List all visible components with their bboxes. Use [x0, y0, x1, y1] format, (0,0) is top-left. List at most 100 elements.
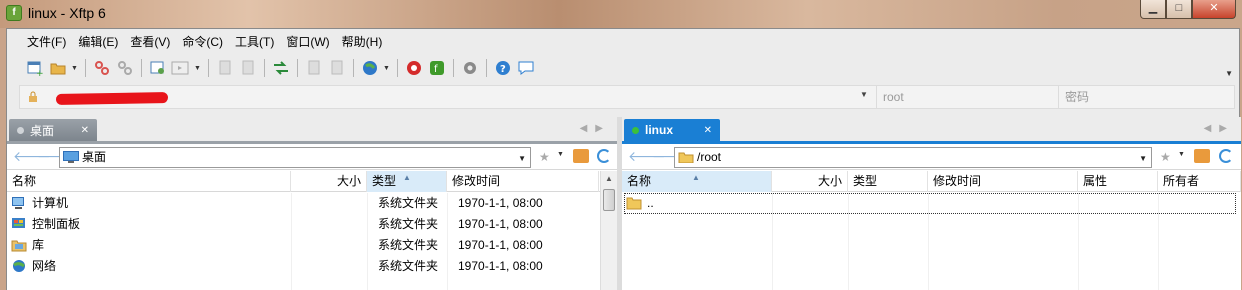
open-folder-icon[interactable]: [48, 58, 68, 78]
tab-desktop[interactable]: 桌面 ✕: [9, 119, 97, 141]
new-session-icon[interactable]: +: [25, 58, 45, 78]
file-name: 计算机: [32, 196, 69, 210]
console-dropdown-icon[interactable]: ▼: [194, 65, 202, 72]
file-row[interactable]: 计算机 系统文件夹 1970-1-1, 08:00: [7, 193, 617, 214]
refresh-icon[interactable]: [1219, 149, 1233, 163]
bookmark-icon[interactable]: ★: [1160, 150, 1171, 164]
svg-text:f: f: [434, 64, 438, 75]
paste-icon[interactable]: [238, 58, 258, 78]
file-type: 系统文件夹: [378, 238, 439, 252]
connected-status-dot: [632, 126, 639, 134]
file-modified: 1970-1-1, 08:00: [458, 238, 543, 252]
col-size[interactable]: 大小: [291, 171, 367, 192]
local-tabstrip: 桌面 ✕ ◀▶: [7, 117, 617, 141]
file-name: 网络: [32, 259, 57, 273]
transfer-icon[interactable]: [271, 58, 291, 78]
xshell-icon[interactable]: [404, 58, 424, 78]
home-folder-icon[interactable]: [1194, 149, 1210, 163]
maximize-button[interactable]: □: [1166, 0, 1192, 19]
bookmark-dropdown-icon[interactable]: ▼: [1178, 151, 1185, 158]
properties-icon[interactable]: [148, 58, 168, 78]
file-row[interactable]: 控制面板 系统文件夹 1970-1-1, 08:00: [7, 214, 617, 235]
xftp-icon[interactable]: f: [427, 58, 447, 78]
local-path-input[interactable]: 桌面 ▼: [59, 147, 531, 168]
remote-path-row: 🡐 🡒 /root ▼ ★ ▼: [622, 144, 1241, 170]
lock-icon: [29, 91, 37, 102]
sort-ascending-icon: ▲: [403, 173, 411, 182]
globe-icon[interactable]: [360, 58, 380, 78]
file-type: 系统文件夹: [378, 217, 439, 231]
menu-file[interactable]: 文件(F): [21, 33, 72, 51]
computer-icon: [12, 197, 24, 209]
minimize-button[interactable]: ▁: [1140, 0, 1166, 19]
local-path-row: 🡐 🡒 桌面 ▼ ★ ▼: [7, 144, 617, 170]
home-folder-icon[interactable]: [573, 149, 589, 163]
close-tab-icon[interactable]: ✕: [704, 125, 712, 136]
file-name: 控制面板: [32, 217, 81, 231]
copy-icon[interactable]: [215, 58, 235, 78]
col-attributes[interactable]: 属性: [1078, 171, 1158, 192]
toolbar-separator: [264, 59, 265, 77]
menu-window[interactable]: 窗口(W): [280, 33, 335, 51]
toolbar-separator: [353, 59, 354, 77]
tab-scroll-icons[interactable]: ◀▶: [1204, 123, 1235, 134]
chat-icon[interactable]: [516, 58, 536, 78]
username-field[interactable]: root: [876, 86, 1058, 108]
library-icon: [11, 240, 27, 252]
refresh-icon[interactable]: [597, 149, 611, 163]
network-icon: [13, 260, 25, 272]
col-modified[interactable]: 修改时间: [447, 171, 599, 192]
file-modified: 1970-1-1, 08:00: [458, 196, 543, 210]
title-bar: f linux - Xftp 6 ▁ □ ✕: [0, 0, 1242, 28]
folder-icon: [678, 152, 694, 163]
menu-view[interactable]: 查看(V): [124, 33, 176, 51]
bookmark-dropdown-icon[interactable]: ▼: [557, 151, 564, 158]
toolbar-separator: [397, 59, 398, 77]
menu-command[interactable]: 命令(C): [176, 33, 229, 51]
focused-row-outline: [624, 193, 1236, 214]
close-button[interactable]: ✕: [1192, 0, 1236, 19]
col-modified[interactable]: 修改时间: [928, 171, 1078, 192]
file-row[interactable]: 库 系统文件夹 1970-1-1, 08:00: [7, 235, 617, 256]
path-dropdown-icon[interactable]: ▼: [1139, 149, 1147, 168]
scroll-up-icon[interactable]: ▲: [601, 171, 617, 187]
connect-icon[interactable]: [92, 58, 112, 78]
toolbar-overflow-icon[interactable]: ▼: [1225, 69, 1233, 78]
address-bar: ▼ root 密码: [19, 85, 1235, 109]
menu-tools[interactable]: 工具(T): [229, 33, 280, 51]
console-icon[interactable]: [171, 58, 191, 78]
bookmark-icon[interactable]: ★: [539, 150, 550, 164]
tab-linux[interactable]: linux ✕: [624, 119, 720, 141]
file-row[interactable]: 网络 系统文件夹 1970-1-1, 08:00: [7, 256, 617, 277]
disconnect-icon[interactable]: [115, 58, 135, 78]
col-name[interactable]: 名称: [7, 171, 291, 192]
col-name[interactable]: 名称 ▲: [622, 171, 772, 192]
menu-help[interactable]: 帮助(H): [336, 33, 389, 51]
remote-pane: linux ✕ ◀▶ 🡐 🡒 /root ▼ ★ ▼ 名称 ▲ 大小 类型 修改…: [622, 117, 1241, 290]
remote-path-input[interactable]: /root ▼: [674, 147, 1152, 168]
open-folder-dropdown-icon[interactable]: ▼: [71, 65, 79, 72]
paste2-icon[interactable]: [327, 58, 347, 78]
remote-tabstrip: linux ✕ ◀▶: [622, 117, 1241, 141]
path-dropdown-icon[interactable]: ▼: [518, 149, 526, 168]
password-field[interactable]: 密码: [1058, 86, 1234, 108]
col-type[interactable]: 类型 ▲: [367, 171, 447, 192]
toolbar: + ▼ ▼ ▼ f ?: [25, 57, 536, 79]
host-input[interactable]: [55, 92, 169, 105]
host-dropdown-icon[interactable]: ▼: [860, 90, 868, 99]
col-owner[interactable]: 所有者: [1158, 171, 1241, 192]
menu-edit[interactable]: 编辑(E): [72, 33, 124, 51]
close-tab-icon[interactable]: ✕: [81, 125, 89, 136]
file-type: 系统文件夹: [378, 259, 439, 273]
file-modified: 1970-1-1, 08:00: [458, 259, 543, 273]
col-type[interactable]: 类型: [848, 171, 928, 192]
toolbar-separator: [208, 59, 209, 77]
tab-scroll-icons[interactable]: ◀▶: [580, 123, 611, 134]
globe-dropdown-icon[interactable]: ▼: [383, 65, 391, 72]
settings-icon[interactable]: [460, 58, 480, 78]
copy2-icon[interactable]: [304, 58, 324, 78]
col-size[interactable]: 大小: [772, 171, 848, 192]
sort-ascending-icon: ▲: [692, 173, 700, 182]
help-icon[interactable]: ?: [493, 58, 513, 78]
toolbar-separator: [453, 59, 454, 77]
